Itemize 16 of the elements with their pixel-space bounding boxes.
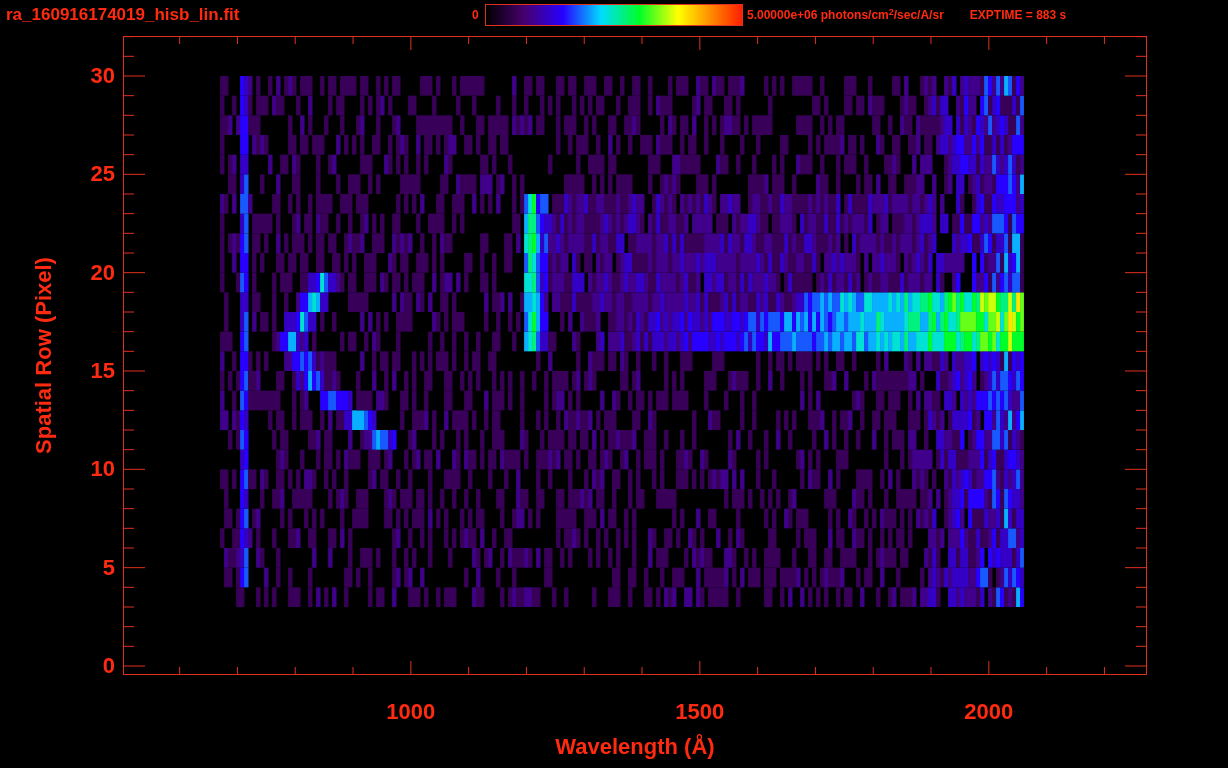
- y-tick-label: 10: [90, 457, 115, 482]
- y-tick-label: 5: [102, 555, 115, 580]
- y-axis-label: Spatial Row (Pixel): [29, 257, 57, 454]
- colorbar-min-label: 0: [472, 7, 480, 24]
- x-axis-label: Wavelength (Å): [555, 733, 715, 761]
- colorbar-max-label: 5.00000e+06 photons/cm$^{2}$/sec/A/sr: [747, 5, 944, 24]
- exposure-time: EXPTIME = 883 s: [969, 7, 1067, 24]
- y-tick-label: 25: [90, 162, 115, 187]
- y-tick-label: 15: [90, 359, 115, 383]
- y-tick-label: 0: [102, 654, 115, 678]
- x-tick-label: 1500: [674, 699, 726, 725]
- y-tick-label: 30: [90, 64, 115, 88]
- x-tick-label: 2000: [963, 699, 1015, 725]
- y-tick-label: 20: [90, 260, 115, 285]
- file-title: ra_160916174019_hisb_lin.fit: [6, 5, 241, 25]
- x-tick-label: 1000: [385, 699, 437, 725]
